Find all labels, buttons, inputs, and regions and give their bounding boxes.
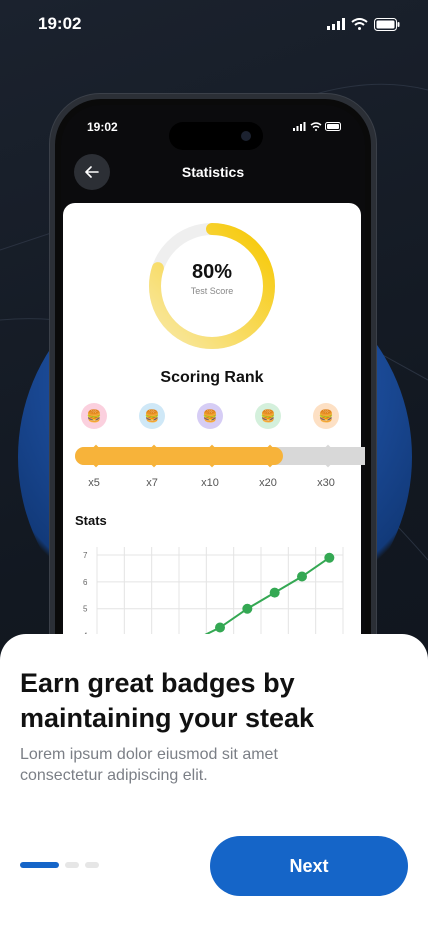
onboarding-sheet: Earn great badges by maintaining your st… bbox=[0, 634, 428, 926]
data-point bbox=[297, 571, 307, 582]
arrow-left-icon bbox=[85, 166, 99, 178]
signal-icon bbox=[293, 122, 306, 131]
y-tick-label: 5 bbox=[83, 605, 88, 614]
status-time: 19:02 bbox=[38, 14, 82, 33]
signal-icon bbox=[327, 18, 345, 30]
wifi-icon bbox=[310, 122, 322, 131]
status-icons bbox=[327, 17, 400, 31]
badge-icon: 🍔 bbox=[197, 403, 223, 429]
y-tick-label: 7 bbox=[83, 551, 88, 560]
rank-level-label: x20 bbox=[259, 477, 277, 489]
page-dot bbox=[20, 862, 59, 868]
status-bar: 19:02 bbox=[0, 0, 428, 48]
phone-status-bar: 19:02 bbox=[87, 120, 343, 134]
page-indicator bbox=[20, 862, 99, 868]
rank-level-label: x5 bbox=[88, 477, 100, 489]
phone-status-time: 19:02 bbox=[87, 120, 118, 134]
battery-icon bbox=[325, 122, 341, 131]
page-dot bbox=[85, 862, 99, 868]
data-point bbox=[242, 603, 253, 614]
battery-icon bbox=[374, 17, 400, 31]
stats-chart: 7654 bbox=[83, 547, 344, 649]
rank-badges: 🍔 🍔 🍔 🍔 🍔 bbox=[81, 403, 361, 431]
phone-header: Statistics bbox=[61, 149, 365, 195]
stats-title: Stats bbox=[75, 513, 107, 528]
wifi-icon bbox=[351, 18, 368, 30]
statistics-card: 80% Test Score Scoring Rank 🍔 🍔 🍔 🍔 🍔 x5… bbox=[63, 203, 365, 703]
data-point bbox=[269, 587, 280, 598]
rank-level-label: x30 bbox=[317, 477, 335, 489]
score-label: Test Score bbox=[190, 286, 234, 296]
badge-icon: 🍔 bbox=[139, 403, 165, 429]
rank-level-label: x7 bbox=[146, 477, 158, 489]
rank-marker bbox=[316, 444, 340, 468]
sheet-title: Earn great badges by maintaining your st… bbox=[20, 668, 315, 733]
phone-screen: 19:02 Statistics 80% Test Score Scoring … bbox=[61, 105, 365, 703]
back-button[interactable] bbox=[74, 154, 110, 190]
data-point bbox=[324, 552, 335, 563]
data-point bbox=[215, 622, 225, 633]
rank-level-label: x10 bbox=[201, 477, 219, 489]
y-tick-label: 6 bbox=[83, 578, 88, 587]
rank-levels: x5 x7 x10 x20 x30 bbox=[63, 477, 361, 491]
phone-mockup: 19:02 Statistics 80% Test Score Scoring … bbox=[50, 94, 376, 714]
badge-icon: 🍔 bbox=[81, 403, 107, 429]
rank-progress-track bbox=[75, 444, 365, 468]
sheet-subtitle: Lorem ipsum dolor eiusmod sit amet conse… bbox=[20, 746, 278, 784]
score-value: 80% bbox=[191, 261, 233, 283]
phone-status-icons bbox=[293, 120, 343, 134]
badge-icon: 🍔 bbox=[255, 403, 281, 429]
scoring-rank-title: Scoring Rank bbox=[160, 369, 264, 386]
score-text: 80% Test Score bbox=[147, 261, 277, 296]
page-title: Statistics bbox=[181, 164, 245, 180]
badge-icon: 🍔 bbox=[313, 403, 339, 429]
next-button[interactable]: Next bbox=[210, 836, 408, 896]
page-dot bbox=[65, 862, 79, 868]
